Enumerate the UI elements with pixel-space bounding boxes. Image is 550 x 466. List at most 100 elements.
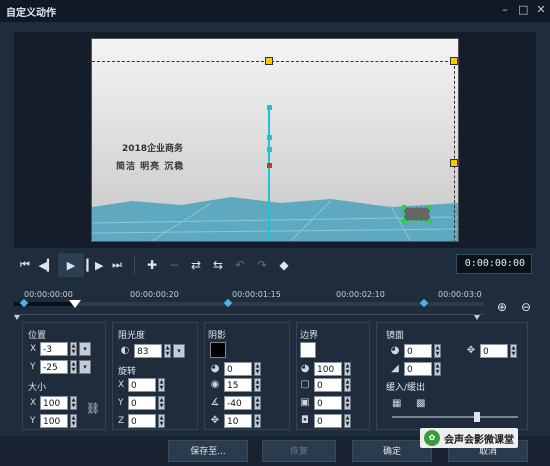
dropdown-icon[interactable]: ▾	[173, 344, 185, 358]
spinner[interactable]: ▲ ▼	[164, 344, 171, 358]
timecode-display[interactable]: 0:00:00:00	[456, 254, 532, 274]
border-opacity-input[interactable]: 100	[314, 362, 342, 376]
spinner[interactable]: ▲ ▼	[344, 396, 351, 410]
angle-icon: ∡	[210, 397, 220, 408]
reverse-icon[interactable]: ⇄	[185, 254, 207, 276]
shadow-angle-input[interactable]: -40	[224, 396, 252, 410]
go-end-icon[interactable]: ⏭	[106, 254, 128, 276]
close-icon[interactable]: ✕	[536, 4, 546, 16]
spinner[interactable]: ▲ ▼	[70, 342, 77, 356]
object-handle[interactable]	[402, 219, 406, 223]
opacity-input[interactable]: 83	[134, 344, 162, 358]
axis-label: Z	[118, 416, 125, 426]
mirror-offset-input[interactable]: 0	[480, 344, 508, 358]
position-y-row: Y -25 ▲ ▼ ▾	[30, 360, 91, 374]
current-point[interactable]	[267, 163, 272, 168]
minimize-icon[interactable]: –	[500, 4, 510, 16]
rotation-z-input[interactable]: 0	[128, 414, 156, 428]
position-x-input[interactable]: -3	[40, 342, 68, 356]
fade-label: 缓入/缓出	[386, 383, 426, 393]
spinner[interactable]: ▲ ▼	[344, 378, 351, 392]
prev-frame-icon[interactable]: ◀▎	[36, 254, 58, 276]
position-x-row: X -3 ▲ ▼ ▾	[30, 342, 91, 356]
axis-label: Y	[30, 416, 36, 426]
object-handle[interactable]	[428, 219, 432, 223]
spinner[interactable]: ▲ ▼	[434, 362, 441, 376]
shadow-color-swatch[interactable]	[210, 342, 226, 358]
shadow-blur-input[interactable]: 15	[224, 378, 252, 392]
spinner[interactable]: ▲ ▼	[254, 396, 261, 410]
rotation-y-row: Y 0 ▲ ▼	[118, 396, 165, 410]
preview-canvas[interactable]: 2018企业商务 简洁 明亮 沉稳	[91, 38, 459, 242]
trim-start-icon[interactable]	[14, 315, 20, 320]
spinner[interactable]: ▲ ▼	[70, 414, 77, 428]
spinner[interactable]: ▲ ▼	[254, 362, 261, 376]
timeline-bar[interactable]	[14, 302, 484, 306]
size-x-input[interactable]: 100	[40, 396, 68, 410]
path-handle-top[interactable]	[265, 57, 273, 65]
path-point[interactable]	[267, 147, 272, 152]
opacity-row: ◐ 83 ▲ ▼ ▾	[118, 344, 185, 358]
position-label: 位置	[28, 331, 47, 341]
save-as-button[interactable]: 保存至...	[168, 440, 248, 462]
spinner[interactable]: ▲ ▼	[254, 414, 261, 428]
spinner[interactable]: ▲ ▼	[158, 414, 165, 428]
border-color-swatch[interactable]	[300, 342, 316, 358]
mirror-distance-row: ◢ 0 ▲ ▼	[388, 362, 441, 376]
play-icon[interactable]: ▶	[58, 253, 84, 277]
rotation-y-input[interactable]: 0	[128, 396, 156, 410]
fade-out-icon[interactable]: ▩	[416, 398, 430, 410]
maximize-icon[interactable]: □	[518, 4, 528, 16]
next-frame-icon[interactable]: ▎▶	[84, 254, 106, 276]
timeline-ruler[interactable]: 00:00:00:00 00:00:00:20 00:00:01:15 00:0…	[14, 288, 484, 312]
spinner[interactable]: ▲ ▼	[70, 396, 77, 410]
spinner[interactable]: ▲ ▼	[70, 360, 77, 374]
dropdown-icon[interactable]: ▾	[79, 342, 91, 356]
fade-in-icon[interactable]: ▦	[392, 398, 406, 410]
opacity-icon: ◐	[120, 345, 130, 356]
trim-end-icon[interactable]	[474, 315, 480, 320]
zoom-out-icon[interactable]: ⊖	[518, 300, 534, 316]
path-handle-right[interactable]	[450, 159, 458, 167]
fit-icon[interactable]: ◆	[273, 254, 295, 276]
spinner[interactable]: ▲ ▼	[434, 344, 441, 358]
shadow-angle-row: ∡ -40 ▲ ▼	[208, 396, 261, 410]
object-handle[interactable]	[428, 205, 432, 209]
spinner[interactable]: ▲ ▼	[510, 344, 517, 358]
mirror-opacity-input[interactable]: 0	[404, 344, 432, 358]
border-softness-row: ◘ 0 ▲ ▼	[298, 414, 351, 428]
path-point[interactable]	[267, 135, 272, 140]
shadow-distance-input[interactable]: 10	[224, 414, 252, 428]
border-width-input[interactable]: 0	[314, 378, 342, 392]
border-softness-input[interactable]: 0	[314, 414, 342, 428]
spinner[interactable]: ▲ ▼	[158, 396, 165, 410]
selected-object[interactable]	[404, 207, 430, 221]
window-title: 自定义动作	[6, 7, 56, 19]
shadow-opacity-input[interactable]: 0	[224, 362, 252, 376]
spinner[interactable]: ▲ ▼	[344, 362, 351, 376]
spinner[interactable]: ▲ ▼	[254, 378, 261, 392]
fade-slider[interactable]	[392, 416, 518, 418]
mirror-distance-input[interactable]: 0	[404, 362, 432, 376]
motion-path-top	[92, 61, 458, 62]
add-keyframe-icon[interactable]: ✚	[141, 254, 163, 276]
fade-slider-knob[interactable]	[474, 412, 480, 422]
spinner[interactable]: ▲ ▼	[344, 414, 351, 428]
size-x-row: X 100 ▲ ▼	[30, 396, 77, 410]
path-point[interactable]	[267, 105, 272, 110]
object-handle[interactable]	[402, 205, 406, 209]
link-icon[interactable]: ⛓	[86, 402, 100, 416]
path-handle-top-right[interactable]	[450, 57, 458, 65]
go-start-icon[interactable]: ⏮	[14, 254, 36, 276]
rotation-x-input[interactable]: 0	[128, 378, 156, 392]
spinner[interactable]: ▲ ▼	[158, 378, 165, 392]
size-y-input[interactable]: 100	[40, 414, 68, 428]
zoom-in-icon[interactable]: ⊕	[494, 300, 510, 316]
swap-icon[interactable]: ⇆	[207, 254, 229, 276]
border-transparency-icon: ▣	[300, 397, 310, 408]
border-transparency-input[interactable]: 0	[314, 396, 342, 410]
playhead[interactable]	[69, 300, 81, 308]
shadow-distance-row: ✥ 10 ▲ ▼	[208, 414, 261, 428]
dropdown-icon[interactable]: ▾	[79, 360, 91, 374]
position-y-input[interactable]: -25	[40, 360, 68, 374]
